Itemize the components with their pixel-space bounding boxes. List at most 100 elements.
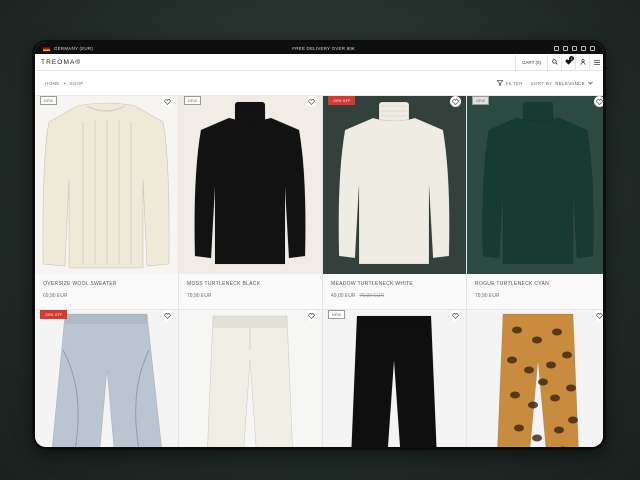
wishlist-toggle[interactable] bbox=[306, 96, 317, 107]
new-badge: NEW bbox=[328, 310, 346, 319]
product-price: 69,90 EUR bbox=[43, 293, 68, 299]
product-price-row: 69,90 EUR bbox=[43, 293, 170, 299]
cart-button[interactable]: CART (0) bbox=[515, 54, 547, 70]
wishlist-toggle[interactable] bbox=[450, 96, 461, 107]
social-links bbox=[553, 45, 595, 51]
product-image[interactable] bbox=[467, 310, 603, 447]
instagram-icon[interactable] bbox=[571, 45, 577, 51]
product-card[interactable]: -30% OFF MEADOW TURTLENECK WHITE 49,00 EUR… bbox=[323, 96, 467, 310]
product-name[interactable]: OVERSIZE WOOL SWEATER bbox=[43, 281, 170, 287]
pinterest-icon[interactable] bbox=[589, 45, 595, 51]
pants-image bbox=[207, 315, 293, 447]
product-price: 49,00 EUR bbox=[331, 293, 356, 299]
breadcrumb-home[interactable]: HOME bbox=[45, 81, 60, 86]
product-price-row: 79,90 EUR bbox=[187, 293, 314, 299]
product-card[interactable]: NEW bbox=[323, 310, 467, 447]
turtleneck-image bbox=[338, 101, 450, 265]
product-price-row: 49,00 EUR 70,00 EUR bbox=[331, 293, 458, 299]
wishlist-toggle[interactable] bbox=[162, 96, 173, 107]
tiktok-icon[interactable] bbox=[553, 45, 559, 51]
product-card[interactable]: NEW OVERSIZE WOOL SWEATER 69,90 EUR bbox=[35, 96, 179, 310]
facebook-icon[interactable] bbox=[562, 45, 568, 51]
new-badge: NEW bbox=[472, 96, 490, 105]
promo-text: FREE DELIVERY OVER 80€ bbox=[292, 45, 355, 51]
leopard-image bbox=[497, 313, 579, 447]
new-badge: NEW bbox=[40, 96, 58, 105]
sale-badge: -30% OFF bbox=[40, 310, 67, 319]
wishlist-toggle[interactable] bbox=[594, 96, 603, 107]
wishlist-toggle[interactable] bbox=[162, 310, 173, 321]
sort-value: RELEVANCE bbox=[555, 80, 585, 86]
toolbar-row: HOME • SHOP FILTER SORT BY RELEVANCE bbox=[35, 71, 603, 95]
hamburger-icon bbox=[593, 59, 600, 65]
product-price: 79,90 EUR bbox=[187, 293, 212, 299]
tablet-frame: GERMANY (EUR) FREE DELIVERY OVER 80€ TRE… bbox=[32, 40, 606, 450]
filter-icon bbox=[496, 80, 503, 86]
locale-label: GERMANY (EUR) bbox=[54, 45, 94, 51]
brand-logo[interactable]: TREOMA® bbox=[41, 59, 81, 66]
filter-button[interactable]: FILTER bbox=[496, 80, 523, 86]
wishlist-count: 2 bbox=[569, 56, 574, 61]
product-name[interactable]: MOSS TURTLENECK BLACK bbox=[187, 281, 314, 287]
heart-outline-icon bbox=[308, 98, 315, 105]
product-info: MEADOW TURTLENECK WHITE 49,00 EUR 70,00 EU… bbox=[323, 274, 466, 309]
product-card[interactable]: NEW MOSS TURTLENECK BLACK 79,90 EUR bbox=[179, 96, 323, 310]
product-info: ROGUE TURTLENECK CYAN 79,90 EUR bbox=[467, 274, 603, 309]
heart-outline-icon bbox=[452, 312, 459, 319]
product-price: 79,90 EUR bbox=[475, 293, 500, 299]
search-icon bbox=[551, 59, 558, 65]
announcement-bar: GERMANY (EUR) FREE DELIVERY OVER 80€ bbox=[35, 42, 603, 54]
heart-outline-icon bbox=[452, 98, 459, 105]
screen: GERMANY (EUR) FREE DELIVERY OVER 80€ TRE… bbox=[35, 42, 603, 447]
breadcrumb-current: SHOP bbox=[69, 80, 84, 86]
product-image[interactable]: NEW bbox=[35, 96, 178, 274]
heart-outline-icon bbox=[164, 312, 171, 319]
pants-image bbox=[351, 315, 437, 447]
breadcrumb-separator: • bbox=[63, 80, 66, 86]
product-info: OVERSIZE WOOL SWEATER 69,90 EUR bbox=[35, 274, 178, 309]
product-info: MOSS TURTLENECK BLACK 79,90 EUR bbox=[179, 274, 322, 309]
locale-selector[interactable]: GERMANY (EUR) bbox=[43, 45, 94, 51]
product-image[interactable]: NEW bbox=[179, 96, 322, 274]
product-grid: NEW OVERSIZE WOOL SWEATER 69,90 EUR NEW MOSS… bbox=[35, 95, 603, 447]
product-image[interactable] bbox=[179, 310, 322, 447]
new-badge: NEW bbox=[184, 96, 202, 105]
product-card[interactable]: -30% OFF bbox=[35, 310, 179, 447]
jeans-image bbox=[51, 313, 162, 447]
sweater-image bbox=[42, 102, 170, 269]
wishlist-button[interactable]: 2 bbox=[561, 54, 575, 70]
account-button[interactable] bbox=[575, 54, 589, 70]
product-image[interactable]: -30% OFF bbox=[35, 310, 178, 447]
product-price-row: 79,90 EUR bbox=[475, 293, 602, 299]
product-card[interactable] bbox=[467, 310, 603, 447]
wishlist-toggle[interactable] bbox=[306, 310, 317, 321]
heart-outline-icon bbox=[596, 312, 603, 319]
wishlist-toggle[interactable] bbox=[594, 310, 603, 321]
filter-label: FILTER bbox=[505, 80, 523, 86]
product-card[interactable]: NEW ROGUE TURTLENECK CYAN 79,90 EUR bbox=[467, 96, 603, 310]
product-name[interactable]: ROGUE TURTLENECK CYAN bbox=[475, 281, 602, 287]
menu-button[interactable] bbox=[589, 54, 603, 70]
heart-outline-icon bbox=[308, 312, 315, 319]
sort-label: SORT BY bbox=[530, 80, 553, 86]
chevron-down-icon bbox=[588, 81, 593, 85]
search-button[interactable] bbox=[547, 54, 561, 70]
sale-badge: -30% OFF bbox=[328, 96, 355, 105]
site-header: TREOMA® CART (0) 2 bbox=[35, 54, 603, 71]
heart-outline-icon bbox=[596, 98, 603, 105]
breadcrumb: HOME • SHOP bbox=[45, 81, 84, 86]
user-icon bbox=[580, 59, 585, 65]
turtleneck-image bbox=[482, 101, 594, 265]
turtleneck-image bbox=[194, 101, 306, 265]
germany-flag-icon bbox=[43, 45, 50, 51]
product-image[interactable]: NEW bbox=[323, 310, 466, 447]
sort-dropdown[interactable]: SORT BY RELEVANCE bbox=[531, 81, 593, 86]
product-image[interactable]: NEW bbox=[467, 96, 603, 274]
wishlist-toggle[interactable] bbox=[450, 310, 461, 321]
product-card[interactable] bbox=[179, 310, 323, 447]
product-name[interactable]: MEADOW TURTLENECK WHITE bbox=[331, 281, 458, 287]
heart-outline-icon bbox=[164, 98, 171, 105]
product-image[interactable]: -30% OFF bbox=[323, 96, 466, 274]
product-old-price: 70,00 EUR bbox=[359, 293, 384, 299]
youtube-icon[interactable] bbox=[580, 45, 586, 51]
